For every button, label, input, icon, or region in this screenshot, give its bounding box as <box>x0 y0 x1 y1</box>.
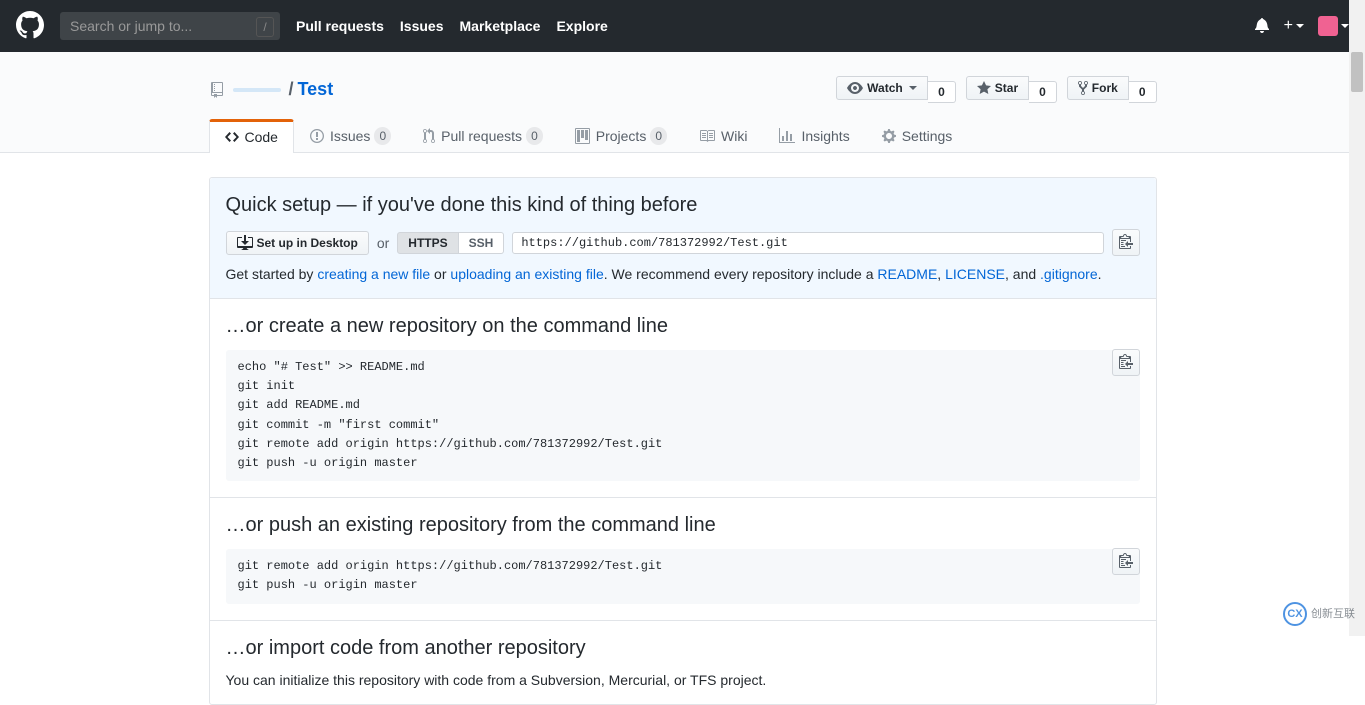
search-container: / <box>60 12 280 40</box>
import-repo-desc: You can initialize this repository with … <box>226 672 1140 688</box>
copy-create-commands-button[interactable] <box>1112 349 1140 376</box>
setup-hint: Get started by creating a new file or up… <box>226 266 1140 282</box>
create-repo-code[interactable]: echo "# Test" >> README.md git init git … <box>226 350 1140 481</box>
ssh-button[interactable]: SSH <box>459 232 505 254</box>
repo-content: Quick setup — if you've done this kind o… <box>193 153 1173 705</box>
clone-protocol-group: HTTPS SSH <box>397 232 504 254</box>
gitignore-link[interactable]: .gitignore <box>1040 266 1098 282</box>
nav-issues[interactable]: Issues <box>400 18 444 34</box>
clippy-icon <box>1119 353 1133 369</box>
tab-settings[interactable]: Settings <box>866 119 969 153</box>
avatar-icon <box>1318 16 1338 36</box>
copy-url-button[interactable] <box>1112 229 1140 256</box>
tab-projects[interactable]: Projects0 <box>559 119 683 153</box>
book-icon <box>699 128 715 144</box>
readme-link[interactable]: README <box>877 266 937 282</box>
watch-button[interactable]: Watch <box>836 76 928 100</box>
push-repo-title: …or push an existing repository from the… <box>226 514 1140 537</box>
clippy-icon <box>1119 552 1133 568</box>
repo-nav: Code Issues0 Pull requests0 Projects0 Wi… <box>209 119 1157 153</box>
tab-code[interactable]: Code <box>209 119 294 153</box>
repo-head: / Test Watch 0 Star 0 <box>0 52 1365 153</box>
copy-push-commands-button[interactable] <box>1112 548 1140 575</box>
repo-name-link[interactable]: Test <box>298 79 334 100</box>
issue-icon <box>310 128 324 144</box>
header-nav: Pull requests Issues Marketplace Explore <box>296 18 608 34</box>
clippy-icon <box>1119 233 1133 249</box>
header-right: + <box>1254 16 1349 36</box>
fork-icon <box>1078 80 1088 96</box>
create-new-file-link[interactable]: creating a new file <box>317 266 430 282</box>
push-repo-code[interactable]: git remote add origin https://github.com… <box>226 549 1140 603</box>
or-text: or <box>377 235 389 251</box>
repo-owner-link[interactable] <box>233 88 281 92</box>
fork-count[interactable]: 0 <box>1129 81 1157 103</box>
quick-setup-title: Quick setup — if you've done this kind o… <box>226 194 1140 217</box>
import-repo-title: …or import code from another repository <box>226 637 1140 660</box>
nav-marketplace[interactable]: Marketplace <box>460 18 541 34</box>
quick-setup-header: Quick setup — if you've done this kind o… <box>210 178 1156 299</box>
repo-title: / Test <box>209 79 334 100</box>
clone-url-input[interactable] <box>512 232 1103 254</box>
create-repo-section: …or create a new repository on the comma… <box>210 299 1156 498</box>
create-new-dropdown[interactable]: + <box>1284 17 1304 35</box>
tab-issues[interactable]: Issues0 <box>294 119 407 153</box>
code-icon <box>225 129 239 145</box>
gear-icon <box>882 128 896 144</box>
push-repo-section: …or push an existing repository from the… <box>210 498 1156 620</box>
global-header: / Pull requests Issues Marketplace Explo… <box>0 0 1365 52</box>
nav-explore[interactable]: Explore <box>556 18 607 34</box>
import-repo-section: …or import code from another repository … <box>210 621 1156 704</box>
star-count[interactable]: 0 <box>1029 81 1057 103</box>
graph-icon <box>779 128 795 144</box>
desktop-download-icon <box>237 235 253 251</box>
repo-separator: / <box>289 79 294 100</box>
nav-pull-requests[interactable]: Pull requests <box>296 18 384 34</box>
quick-setup-box: Quick setup — if you've done this kind o… <box>209 177 1157 705</box>
eye-icon <box>847 80 863 96</box>
https-button[interactable]: HTTPS <box>397 232 458 254</box>
search-input[interactable] <box>60 12 280 40</box>
notifications-icon[interactable] <box>1254 17 1270 36</box>
scrollbar[interactable] <box>1349 0 1365 636</box>
project-icon <box>575 128 590 144</box>
license-link[interactable]: LICENSE <box>945 266 1005 282</box>
tab-insights[interactable]: Insights <box>763 119 865 153</box>
repo-icon <box>209 82 225 98</box>
create-repo-title: …or create a new repository on the comma… <box>226 315 1140 338</box>
pull-request-icon <box>423 128 435 144</box>
search-slash-hint: / <box>256 17 274 37</box>
setup-desktop-button[interactable]: Set up in Desktop <box>226 231 369 255</box>
star-icon <box>977 80 991 96</box>
user-avatar-dropdown[interactable] <box>1318 16 1349 36</box>
tab-wiki[interactable]: Wiki <box>683 119 763 153</box>
fork-button[interactable]: Fork <box>1067 76 1129 100</box>
pagehead-actions: Watch 0 Star 0 Fork 0 <box>836 76 1156 103</box>
upload-file-link[interactable]: uploading an existing file <box>450 266 603 282</box>
watermark-icon: CX <box>1283 602 1307 626</box>
github-logo[interactable] <box>16 11 44 42</box>
watermark: CX创新互联 <box>1283 602 1355 626</box>
watch-count[interactable]: 0 <box>928 81 956 103</box>
star-button[interactable]: Star <box>966 76 1029 100</box>
tab-pull-requests[interactable]: Pull requests0 <box>407 119 559 153</box>
